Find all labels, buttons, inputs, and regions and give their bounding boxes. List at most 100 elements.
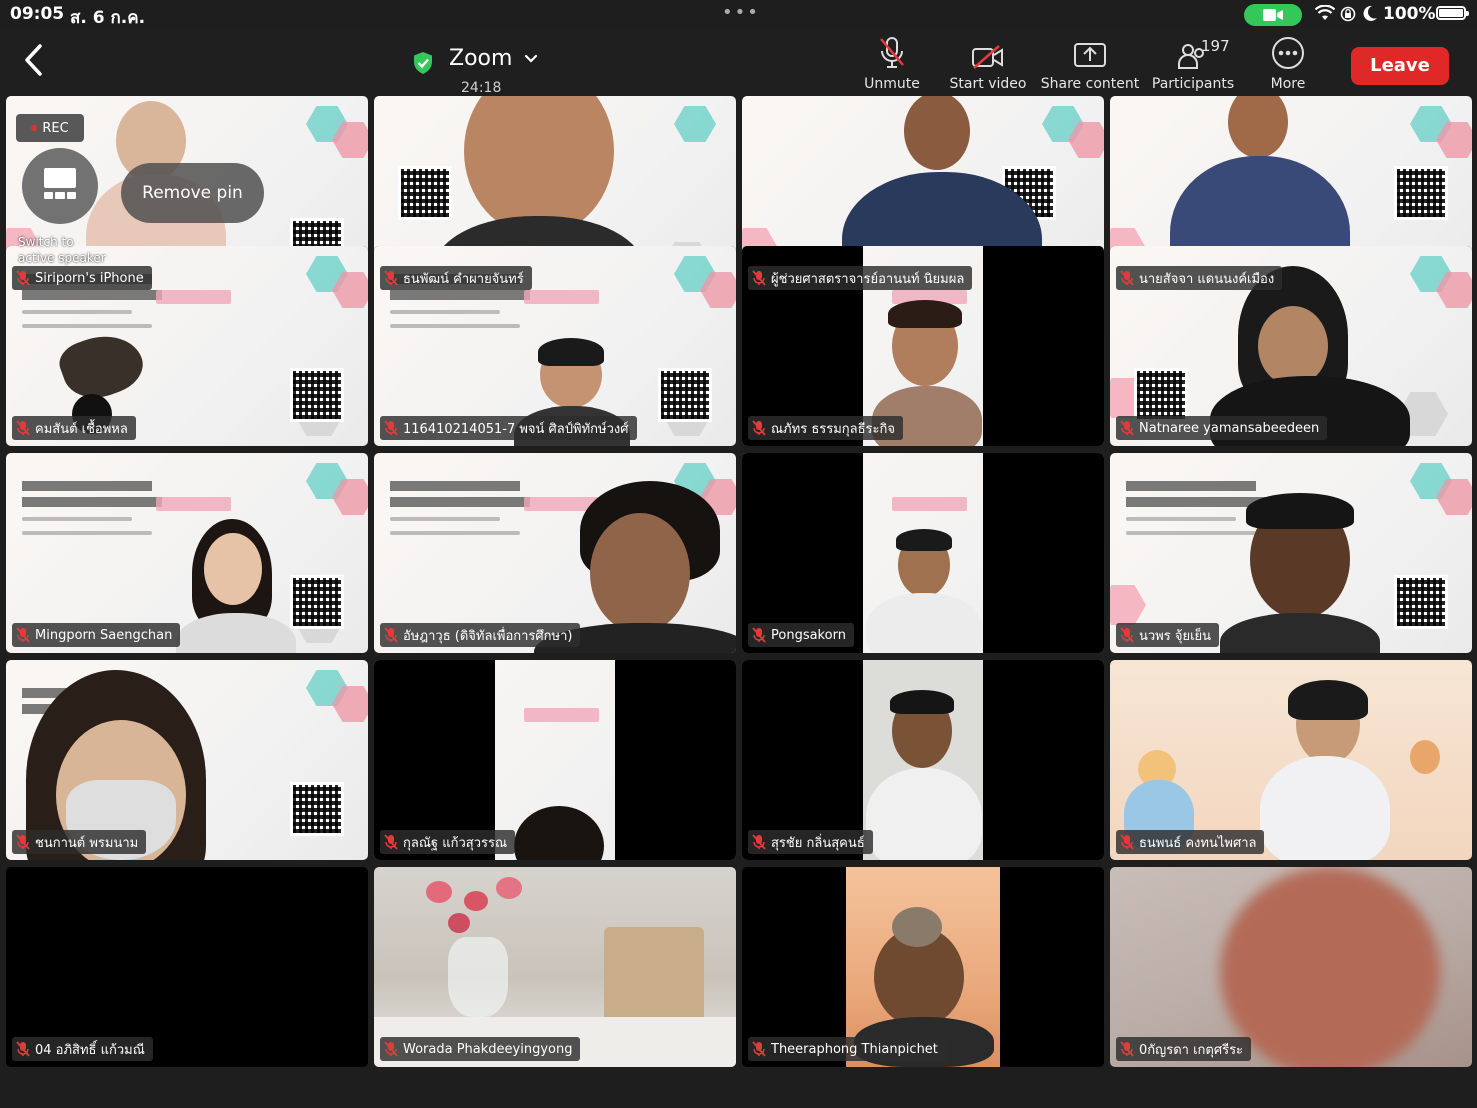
unmute-button[interactable]: Unmute <box>842 36 942 98</box>
participant-name-tag: Natnaree yamansabeedeen <box>1116 416 1328 440</box>
meeting-title: Zoom <box>449 46 513 71</box>
share-content-label: Share content <box>1040 76 1140 92</box>
video-off-icon <box>972 45 1003 69</box>
participant-name-tag: Siriporn's iPhone <box>12 266 152 290</box>
speaker-view-icon <box>44 168 76 199</box>
muted-mic-icon <box>384 270 398 286</box>
secure-shield-icon <box>414 52 432 74</box>
more-label: More <box>1270 76 1306 92</box>
video-tile[interactable]: อัษฎาวุธ (ดิจิทัลเพื่อการศึกษา) <box>374 453 736 653</box>
participant-name-tag: คมสันต์ เชื้อพหล <box>12 416 136 440</box>
video-tile[interactable]: สุรชัย กลิ่นสุคนธ์ <box>742 660 1104 860</box>
muted-mic-icon <box>384 420 398 436</box>
rec-label: REC <box>42 120 69 136</box>
muted-mic-icon <box>752 834 766 850</box>
participant-name: ณภัทร ธรรมกุลธีระกิจ <box>771 421 896 437</box>
muted-mic-icon <box>16 420 30 436</box>
unmute-label: Unmute <box>864 76 920 92</box>
muted-mic-icon <box>752 270 766 286</box>
participant-name: 0กัญรดา เกตุศรีระ <box>1139 1042 1244 1058</box>
muted-mic-icon <box>16 834 30 850</box>
participant-name: นายสัจจา แดนนงค์เมือง <box>1139 271 1275 287</box>
participants-label: Participants <box>1151 76 1235 92</box>
participant-name: Mingporn Saengchan <box>35 627 173 643</box>
battery-percent: 100% <box>1383 4 1436 24</box>
share-screen-icon <box>1074 43 1106 67</box>
participant-name-tag: นวพร จุ้ยเย็น <box>1116 623 1220 647</box>
video-tile[interactable]: 04 อภิสิทธิ์ แก้วมณี <box>6 867 368 1067</box>
participant-name: ผู้ช่วยศาสตราจารย์อานนท์ นิยมผล <box>771 271 965 287</box>
video-tile[interactable]: นวพร จุ้ยเย็น <box>1110 453 1472 653</box>
participant-name-tag: นายสัจจา แดนนงค์เมือง <box>1116 266 1283 290</box>
video-tile[interactable]: Mingporn Saengchan <box>6 453 368 653</box>
participants-count: 197 <box>1201 37 1230 55</box>
video-tile[interactable]: Pongsakorn <box>742 453 1104 653</box>
wifi-icon <box>1315 5 1335 20</box>
meeting-toolbar: Zoom 24:18 Unmute Start video Share cont… <box>0 28 1477 102</box>
participant-name: 04 อภิสิทธิ์ แก้วมณี <box>35 1042 145 1058</box>
multitasking-dots[interactable]: ••• <box>722 2 760 23</box>
chevron-down-icon <box>524 54 538 63</box>
muted-mic-icon <box>384 1041 398 1057</box>
participant-name-tag: Pongsakorn <box>748 623 854 647</box>
rotation-lock-icon <box>1340 6 1356 22</box>
participant-name-tag: 0กัญรดา เกตุศรีระ <box>1116 1037 1252 1061</box>
video-tile[interactable]: ชนกานต์ พรมนาม <box>6 660 368 860</box>
participant-name: ชนกานต์ พรมนาม <box>35 835 139 851</box>
participant-name: 116410214051-7 พจน์ ศิลป์พิทักษ์วงศ์ <box>403 421 629 437</box>
muted-mic-icon <box>384 834 398 850</box>
camera-in-use-indicator <box>1244 4 1302 26</box>
participant-name: ธนพัฒน์ คำผายจันทร์ <box>403 271 524 287</box>
muted-mic-icon <box>1120 834 1134 850</box>
video-tile[interactable]: ธนพนธ์ คงทนไพศาล <box>1110 660 1472 860</box>
participant-name: นวพร จุ้ยเย็น <box>1139 628 1212 644</box>
switch-to-active-speaker-button[interactable] <box>22 148 98 224</box>
video-tile[interactable]: Theeraphong Thianpichet <box>742 867 1104 1067</box>
muted-mic-icon <box>1120 420 1134 436</box>
participant-name-tag: 04 อภิสิทธิ์ แก้วมณี <box>12 1037 153 1061</box>
video-tile[interactable]: 0กัญรดา เกตุศรีระ <box>1110 867 1472 1067</box>
participant-name-tag: อัษฎาวุธ (ดิจิทัลเพื่อการศึกษา) <box>380 623 581 647</box>
participant-name: กุลณัฐ แก้วสุวรรณ <box>403 835 508 851</box>
participant-name-tag: ชนกานต์ พรมนาม <box>12 830 147 854</box>
video-tile[interactable]: Worada Phakdeeyingyong <box>374 867 736 1067</box>
participant-name: Siriporn's iPhone <box>35 270 144 286</box>
participant-name-tag: ณภัทร ธรรมกุลธีระกิจ <box>748 416 904 440</box>
muted-mic-icon <box>1120 270 1134 286</box>
participant-name-tag: ผู้ช่วยศาสตราจารย์อานนท์ นิยมผล <box>748 266 973 290</box>
share-content-button[interactable]: Share content <box>1040 36 1140 98</box>
microphone-muted-icon <box>880 37 904 68</box>
muted-mic-icon <box>1120 1041 1134 1057</box>
status-time: 09:05 <box>10 4 65 24</box>
remove-pin-button[interactable]: Remove pin <box>121 163 264 223</box>
more-button[interactable]: More <box>1238 36 1338 98</box>
start-video-label: Start video <box>949 76 1027 92</box>
participant-name-tag: Theeraphong Thianpichet <box>748 1037 946 1061</box>
participant-name-tag: กุลณัฐ แก้วสุวรรณ <box>380 830 516 854</box>
participant-name: Theeraphong Thianpichet <box>771 1041 938 1057</box>
status-bar: 09:05 ส. 6 ก.ค. ••• 100% <box>0 0 1477 28</box>
muted-mic-icon <box>16 270 30 286</box>
status-date: ส. 6 ก.ค. <box>70 8 146 28</box>
participant-name: Pongsakorn <box>771 627 846 643</box>
muted-mic-icon <box>16 627 30 643</box>
participant-name-tag: สุรชัย กลิ่นสุคนธ์ <box>748 830 873 854</box>
more-ellipsis-icon <box>1272 37 1304 69</box>
participant-name: คมสันต์ เชื้อพหล <box>35 421 128 437</box>
muted-mic-icon <box>752 627 766 643</box>
muted-mic-icon <box>384 627 398 643</box>
participant-name: สุรชัย กลิ่นสุคนธ์ <box>771 835 865 851</box>
start-video-button[interactable]: Start video <box>938 36 1038 98</box>
muted-mic-icon <box>1120 627 1134 643</box>
muted-mic-icon <box>752 420 766 436</box>
muted-mic-icon <box>16 1041 30 1057</box>
participant-name-tag: Mingporn Saengchan <box>12 623 181 647</box>
video-camera-icon <box>1263 9 1283 21</box>
video-tile[interactable]: กุลณัฐ แก้วสุวรรณ <box>374 660 736 860</box>
participant-name: อัษฎาวุธ (ดิจิทัลเพื่อการศึกษา) <box>403 628 573 644</box>
leave-button[interactable]: Leave <box>1351 47 1449 85</box>
back-chevron-icon[interactable] <box>20 42 50 78</box>
participants-button[interactable]: 197 Participants <box>1143 36 1243 98</box>
switch-to-active-speaker-label: Switch to active speaker <box>18 235 106 265</box>
do-not-disturb-moon-icon <box>1363 5 1377 21</box>
